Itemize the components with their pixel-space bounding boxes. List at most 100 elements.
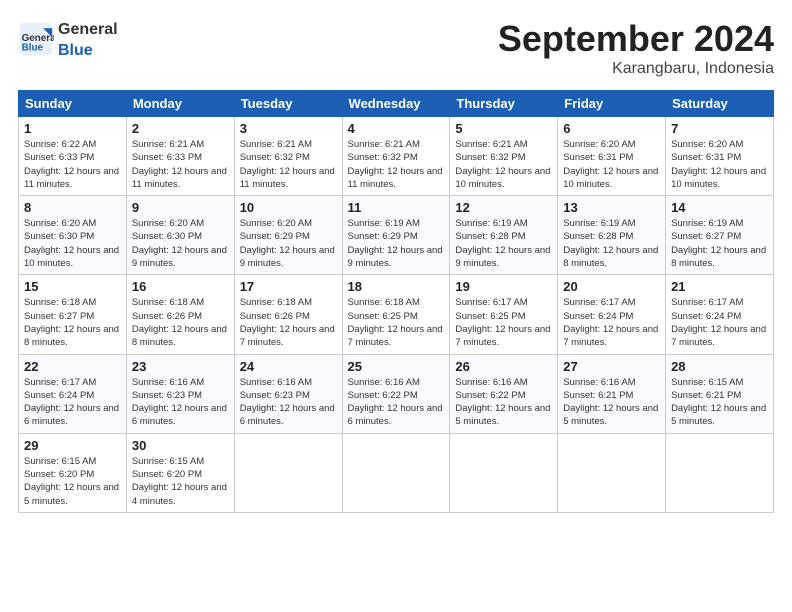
- day-number: 2: [132, 121, 229, 136]
- day-info: Sunrise: 6:18 AM Sunset: 6:25 PM Dayligh…: [348, 296, 445, 349]
- day-number: 16: [132, 279, 229, 294]
- day-number: 10: [240, 200, 337, 215]
- day-number: 7: [671, 121, 768, 136]
- table-row: 7 Sunrise: 6:20 AM Sunset: 6:31 PM Dayli…: [666, 117, 774, 196]
- day-number: 18: [348, 279, 445, 294]
- day-number: 17: [240, 279, 337, 294]
- day-number: 15: [24, 279, 121, 294]
- table-row: 8 Sunrise: 6:20 AM Sunset: 6:30 PM Dayli…: [19, 196, 127, 275]
- table-row: [558, 433, 666, 512]
- day-number: 12: [455, 200, 552, 215]
- table-row: [342, 433, 450, 512]
- day-number: 19: [455, 279, 552, 294]
- table-row: [666, 433, 774, 512]
- day-number: 30: [132, 438, 229, 453]
- day-info: Sunrise: 6:18 AM Sunset: 6:26 PM Dayligh…: [132, 296, 229, 349]
- day-number: 27: [563, 359, 660, 374]
- table-row: 28 Sunrise: 6:15 AM Sunset: 6:21 PM Dayl…: [666, 354, 774, 433]
- day-info: Sunrise: 6:15 AM Sunset: 6:21 PM Dayligh…: [671, 376, 768, 429]
- table-row: 9 Sunrise: 6:20 AM Sunset: 6:30 PM Dayli…: [126, 196, 234, 275]
- table-row: 20 Sunrise: 6:17 AM Sunset: 6:24 PM Dayl…: [558, 275, 666, 354]
- col-saturday: Saturday: [666, 91, 774, 117]
- table-row: 4 Sunrise: 6:21 AM Sunset: 6:32 PM Dayli…: [342, 117, 450, 196]
- calendar-week-row: 8 Sunrise: 6:20 AM Sunset: 6:30 PM Dayli…: [19, 196, 774, 275]
- day-number: 11: [348, 200, 445, 215]
- calendar-week-row: 22 Sunrise: 6:17 AM Sunset: 6:24 PM Dayl…: [19, 354, 774, 433]
- table-row: 6 Sunrise: 6:20 AM Sunset: 6:31 PM Dayli…: [558, 117, 666, 196]
- logo-text: General Blue: [58, 18, 118, 60]
- logo: General Blue General Blue: [18, 18, 118, 60]
- table-row: [234, 433, 342, 512]
- col-sunday: Sunday: [19, 91, 127, 117]
- table-row: 14 Sunrise: 6:19 AM Sunset: 6:27 PM Dayl…: [666, 196, 774, 275]
- day-number: 1: [24, 121, 121, 136]
- col-friday: Friday: [558, 91, 666, 117]
- table-row: 25 Sunrise: 6:16 AM Sunset: 6:22 PM Dayl…: [342, 354, 450, 433]
- day-info: Sunrise: 6:16 AM Sunset: 6:22 PM Dayligh…: [455, 376, 552, 429]
- day-info: Sunrise: 6:17 AM Sunset: 6:24 PM Dayligh…: [671, 296, 768, 349]
- day-number: 28: [671, 359, 768, 374]
- location-title: Karangbaru, Indonesia: [498, 60, 774, 78]
- day-info: Sunrise: 6:19 AM Sunset: 6:29 PM Dayligh…: [348, 217, 445, 270]
- table-row: 2 Sunrise: 6:21 AM Sunset: 6:33 PM Dayli…: [126, 117, 234, 196]
- header-row: General Blue General Blue September 2024…: [18, 18, 774, 78]
- day-info: Sunrise: 6:21 AM Sunset: 6:33 PM Dayligh…: [132, 138, 229, 191]
- day-number: 13: [563, 200, 660, 215]
- day-info: Sunrise: 6:15 AM Sunset: 6:20 PM Dayligh…: [24, 455, 121, 508]
- col-thursday: Thursday: [450, 91, 558, 117]
- table-row: 30 Sunrise: 6:15 AM Sunset: 6:20 PM Dayl…: [126, 433, 234, 512]
- day-info: Sunrise: 6:21 AM Sunset: 6:32 PM Dayligh…: [455, 138, 552, 191]
- day-info: Sunrise: 6:20 AM Sunset: 6:31 PM Dayligh…: [563, 138, 660, 191]
- day-number: 9: [132, 200, 229, 215]
- day-number: 26: [455, 359, 552, 374]
- table-row: 11 Sunrise: 6:19 AM Sunset: 6:29 PM Dayl…: [342, 196, 450, 275]
- calendar-week-row: 1 Sunrise: 6:22 AM Sunset: 6:33 PM Dayli…: [19, 117, 774, 196]
- day-number: 4: [348, 121, 445, 136]
- day-info: Sunrise: 6:20 AM Sunset: 6:30 PM Dayligh…: [132, 217, 229, 270]
- table-row: 21 Sunrise: 6:17 AM Sunset: 6:24 PM Dayl…: [666, 275, 774, 354]
- day-info: Sunrise: 6:18 AM Sunset: 6:26 PM Dayligh…: [240, 296, 337, 349]
- day-info: Sunrise: 6:17 AM Sunset: 6:24 PM Dayligh…: [563, 296, 660, 349]
- day-info: Sunrise: 6:19 AM Sunset: 6:28 PM Dayligh…: [563, 217, 660, 270]
- table-row: 13 Sunrise: 6:19 AM Sunset: 6:28 PM Dayl…: [558, 196, 666, 275]
- calendar-container: General Blue General Blue September 2024…: [0, 0, 792, 523]
- table-row: 1 Sunrise: 6:22 AM Sunset: 6:33 PM Dayli…: [19, 117, 127, 196]
- logo-general: General: [58, 21, 118, 38]
- logo-blue: Blue: [58, 42, 93, 59]
- table-row: 10 Sunrise: 6:20 AM Sunset: 6:29 PM Dayl…: [234, 196, 342, 275]
- table-row: 16 Sunrise: 6:18 AM Sunset: 6:26 PM Dayl…: [126, 275, 234, 354]
- calendar-table: Sunday Monday Tuesday Wednesday Thursday…: [18, 90, 774, 513]
- col-tuesday: Tuesday: [234, 91, 342, 117]
- table-row: 5 Sunrise: 6:21 AM Sunset: 6:32 PM Dayli…: [450, 117, 558, 196]
- day-number: 14: [671, 200, 768, 215]
- day-info: Sunrise: 6:17 AM Sunset: 6:25 PM Dayligh…: [455, 296, 552, 349]
- svg-text:Blue: Blue: [22, 43, 44, 54]
- day-info: Sunrise: 6:21 AM Sunset: 6:32 PM Dayligh…: [240, 138, 337, 191]
- day-number: 3: [240, 121, 337, 136]
- table-row: 22 Sunrise: 6:17 AM Sunset: 6:24 PM Dayl…: [19, 354, 127, 433]
- day-info: Sunrise: 6:18 AM Sunset: 6:27 PM Dayligh…: [24, 296, 121, 349]
- day-info: Sunrise: 6:15 AM Sunset: 6:20 PM Dayligh…: [132, 455, 229, 508]
- day-info: Sunrise: 6:20 AM Sunset: 6:31 PM Dayligh…: [671, 138, 768, 191]
- day-info: Sunrise: 6:17 AM Sunset: 6:24 PM Dayligh…: [24, 376, 121, 429]
- day-info: Sunrise: 6:20 AM Sunset: 6:30 PM Dayligh…: [24, 217, 121, 270]
- day-info: Sunrise: 6:22 AM Sunset: 6:33 PM Dayligh…: [24, 138, 121, 191]
- col-wednesday: Wednesday: [342, 91, 450, 117]
- table-row: 17 Sunrise: 6:18 AM Sunset: 6:26 PM Dayl…: [234, 275, 342, 354]
- table-row: 15 Sunrise: 6:18 AM Sunset: 6:27 PM Dayl…: [19, 275, 127, 354]
- day-number: 29: [24, 438, 121, 453]
- day-number: 5: [455, 121, 552, 136]
- day-number: 20: [563, 279, 660, 294]
- table-row: 12 Sunrise: 6:19 AM Sunset: 6:28 PM Dayl…: [450, 196, 558, 275]
- table-row: 26 Sunrise: 6:16 AM Sunset: 6:22 PM Dayl…: [450, 354, 558, 433]
- table-row: 19 Sunrise: 6:17 AM Sunset: 6:25 PM Dayl…: [450, 275, 558, 354]
- day-info: Sunrise: 6:21 AM Sunset: 6:32 PM Dayligh…: [348, 138, 445, 191]
- day-number: 6: [563, 121, 660, 136]
- day-info: Sunrise: 6:19 AM Sunset: 6:27 PM Dayligh…: [671, 217, 768, 270]
- logo-icon: General Blue: [18, 21, 54, 57]
- day-info: Sunrise: 6:16 AM Sunset: 6:21 PM Dayligh…: [563, 376, 660, 429]
- day-info: Sunrise: 6:16 AM Sunset: 6:23 PM Dayligh…: [240, 376, 337, 429]
- day-number: 24: [240, 359, 337, 374]
- table-row: 24 Sunrise: 6:16 AM Sunset: 6:23 PM Dayl…: [234, 354, 342, 433]
- day-number: 22: [24, 359, 121, 374]
